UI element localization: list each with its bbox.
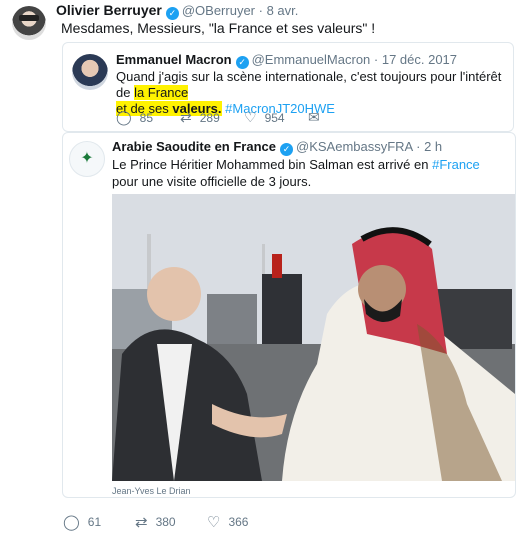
quote-date[interactable]: 2 h [424,139,442,154]
separator-dot: · [412,139,425,154]
quote-date[interactable]: 17 déc. 2017 [382,52,457,67]
tweet-text: Mesdames, Messieurs, "la France et ses v… [61,20,376,36]
tweet-header: Olivier Berruyer ✓ @OBerruyer · 8 avr. [56,2,298,20]
quote-header: Emmanuel Macron ✓ @EmmanuelMacron · 17 déc… [116,52,457,69]
quote-text-part: pour une visite officielle de 3 jours. [112,174,312,189]
hashtag-link[interactable]: #France [432,157,480,172]
retweet-button[interactable]: ⇄ 380 [135,513,207,531]
retweet-icon: ⇄ [135,514,148,531]
envelope-icon: ✉ [308,109,320,125]
tweet-photo[interactable] [112,194,515,481]
reply-count: 85 [139,110,154,125]
author-handle[interactable]: @OBerruyer [182,3,255,18]
like-count: 366 [228,515,249,529]
quote-text-part: Le Prince Héritier Mohammed bin Salman e… [112,157,433,172]
verified-badge-icon: ✓ [235,56,249,69]
verified-badge-icon: ✓ [280,143,293,156]
photo-illustration [112,194,515,481]
direct-message-button[interactable]: ✉ [308,109,328,126]
reply-icon: ◯ [116,109,132,125]
separator-dot: · [370,52,382,67]
quote-author-handle[interactable]: @EmmanuelMacron [252,52,371,67]
quoted-tweet-macron[interactable]: Emmanuel Macron ✓ @EmmanuelMacron · 17 déc… [62,42,514,132]
heart-icon: ♡ [207,514,221,531]
photo-caption: Jean-Yves Le Drian [112,486,191,496]
reply-button[interactable]: ◯ 61 [63,513,135,531]
quote-header: Arabie Saoudite en France ✓ @KSAembassyFRA… [112,139,442,156]
retweet-button[interactable]: ⇄ 289 [180,109,244,126]
quote-author-name[interactable]: Emmanuel Macron [116,52,232,67]
author-name[interactable]: Olivier Berruyer [56,2,162,18]
reply-count: 61 [87,515,102,529]
separator-dot: · [255,3,267,18]
quote-author-avatar[interactable] [72,54,108,90]
retweet-count: 289 [199,110,220,125]
quote-text: Le Prince Héritier Mohammed bin Salman e… [112,156,504,190]
like-button[interactable]: ♡ 954 [244,109,308,126]
quote-author-name[interactable]: Arabie Saoudite en France [112,139,276,154]
heart-icon: ♡ [244,109,257,125]
highlighted-text: la France [134,85,189,100]
quote-author-handle[interactable]: @KSAembassyFRA [296,139,413,154]
quote-action-bar: ◯ 85 ⇄ 289 ♡ 954 ✉ [116,109,328,126]
retweet-icon: ⇄ [180,109,192,125]
author-avatar[interactable] [12,6,46,40]
tweet-date[interactable]: 8 avr. [267,3,299,18]
quoted-tweet-ksa[interactable]: ✦ Arabie Saoudite en France ✓ @KSAembassyF… [62,132,516,498]
like-count: 954 [264,110,285,125]
like-button[interactable]: ♡ 366 [207,513,248,531]
reply-icon: ◯ [63,514,80,531]
tweet-action-bar: ◯ 61 ⇄ 380 ♡ 366 [63,513,248,531]
reply-button[interactable]: ◯ 85 [116,109,180,126]
verified-badge-icon: ✓ [165,7,179,20]
retweet-count: 380 [155,515,176,529]
quote-author-avatar[interactable]: ✦ [69,141,105,177]
